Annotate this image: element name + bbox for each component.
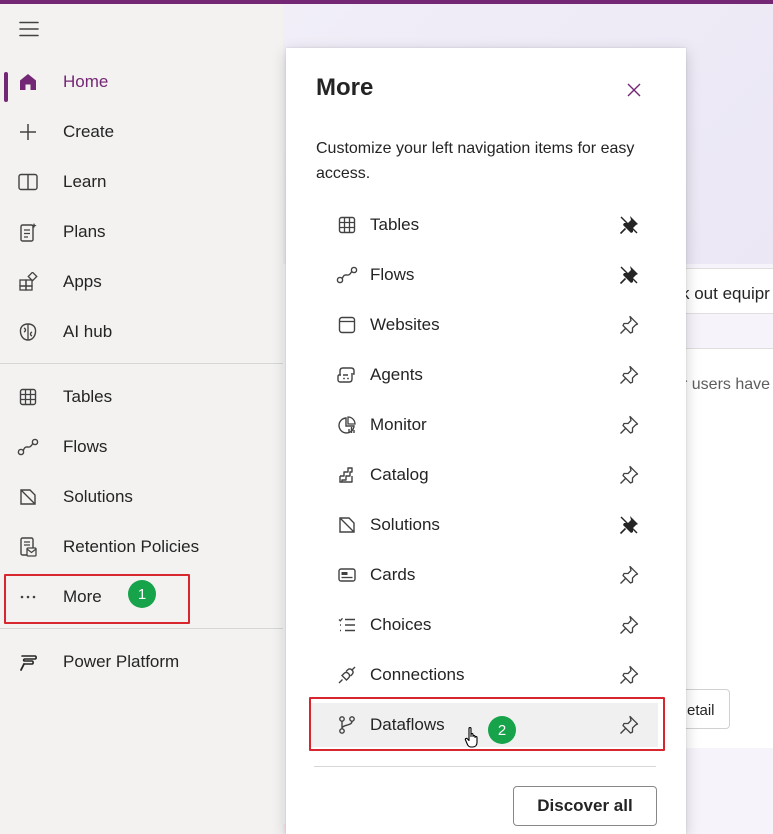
nav-item-solutions[interactable]: Solutions — [0, 475, 283, 519]
connections-icon — [336, 664, 358, 686]
solutions-icon — [17, 486, 39, 508]
close-icon[interactable] — [622, 78, 646, 102]
nav-label-tables: Tables — [63, 387, 113, 406]
flows-icon — [17, 436, 39, 458]
flyout-item-solutions[interactable]: Solutions — [310, 503, 658, 547]
step-badge-2: 2 — [488, 716, 516, 744]
flyout-label-monitor: Monitor — [370, 415, 427, 434]
flyout-label-cards: Cards — [370, 565, 416, 584]
flyout-item-agents[interactable]: Agents — [310, 353, 658, 397]
pin-outline-icon[interactable] — [618, 414, 640, 436]
monitor-icon — [336, 414, 358, 436]
info-panel — [672, 348, 773, 748]
home-icon — [17, 71, 39, 93]
flyout-label-connections: Connections — [370, 665, 465, 684]
left-navigation: Home Create Learn Plans Apps AI hub Tabl… — [0, 4, 283, 834]
nav-item-flows[interactable]: Flows — [0, 425, 283, 469]
pin-outline-icon[interactable] — [618, 364, 640, 386]
pin-outline-icon[interactable] — [618, 464, 640, 486]
table-icon — [17, 386, 39, 408]
hamburger-menu-icon[interactable] — [18, 18, 40, 40]
flyout-divider — [314, 766, 656, 767]
nav-item-retention-policies[interactable]: Retention Policies — [0, 525, 283, 569]
step-badge-1: 1 — [128, 580, 156, 608]
flows-icon — [336, 264, 358, 286]
nav-label-create: Create — [63, 122, 115, 141]
nav-item-home[interactable]: Home — [0, 60, 283, 104]
pin-outline-icon[interactable] — [618, 664, 640, 686]
callout-highlight-more — [4, 574, 190, 624]
websites-icon — [336, 314, 358, 336]
flyout-label-flows: Flows — [370, 265, 415, 284]
flyout-item-websites[interactable]: Websites — [310, 303, 658, 347]
flyout-title: More — [316, 74, 374, 101]
checkout-card-text: k out equipr — [681, 284, 770, 303]
flyout-label-agents: Agents — [370, 365, 423, 384]
flyout-item-catalog[interactable]: Catalog — [310, 453, 658, 497]
nav-label-retention-policies: Retention Policies — [63, 537, 200, 556]
solutions-icon — [336, 514, 358, 536]
choices-icon — [336, 614, 358, 636]
flyout-item-monitor[interactable]: Monitor — [310, 403, 658, 447]
info-panel-text: r users have — [682, 376, 771, 393]
pin-outline-icon[interactable] — [618, 564, 640, 586]
hand-cursor-icon — [464, 726, 482, 748]
nav-item-create[interactable]: Create — [0, 110, 283, 154]
nav-item-tables[interactable]: Tables — [0, 375, 283, 419]
flyout-label-choices: Choices — [370, 615, 432, 634]
nav-label-apps: Apps — [63, 272, 102, 291]
flyout-label-tables: Tables — [370, 215, 420, 234]
discover-all-button[interactable]: Discover all — [513, 786, 657, 826]
flyout-item-cards[interactable]: Cards — [310, 553, 658, 597]
flyout-label-websites: Websites — [370, 315, 440, 334]
nav-label-ai-hub: AI hub — [63, 322, 113, 341]
pin-filled-icon[interactable] — [618, 214, 640, 236]
pin-outline-icon[interactable] — [618, 314, 640, 336]
nav-item-apps[interactable]: Apps — [0, 260, 283, 304]
pin-filled-icon[interactable] — [618, 264, 640, 286]
nav-label-solutions: Solutions — [63, 487, 133, 506]
retention-icon — [17, 536, 39, 558]
nav-divider-bottom — [0, 628, 283, 629]
flyout-item-connections[interactable]: Connections — [310, 653, 658, 697]
ai-hub-icon — [17, 321, 39, 343]
table-icon — [336, 214, 358, 236]
flyout-label-catalog: Catalog — [370, 465, 429, 484]
cards-icon — [336, 564, 358, 586]
book-icon — [17, 171, 39, 193]
plans-icon — [17, 221, 39, 243]
apps-icon — [17, 271, 39, 293]
nav-divider — [0, 363, 283, 364]
plus-icon — [17, 121, 39, 143]
flyout-item-tables[interactable]: Tables — [310, 203, 658, 247]
detail-button-label: etail — [687, 702, 715, 719]
callout-highlight-dataflows — [309, 697, 665, 751]
flyout-item-flows[interactable]: Flows — [310, 253, 658, 297]
checkout-card[interactable]: k out equipr — [672, 268, 773, 314]
nav-label-power-platform: Power Platform — [63, 652, 180, 671]
agents-icon — [336, 364, 358, 386]
nav-item-ai-hub[interactable]: AI hub — [0, 310, 283, 354]
catalog-icon — [336, 464, 358, 486]
nav-label-learn: Learn — [63, 172, 107, 191]
nav-label-home: Home — [63, 72, 109, 91]
pin-filled-icon[interactable] — [618, 514, 640, 536]
flyout-label-solutions: Solutions — [370, 515, 440, 534]
flyout-item-choices[interactable]: Choices — [310, 603, 658, 647]
nav-item-learn[interactable]: Learn — [0, 160, 283, 204]
flyout-description: Customize your left navigation items for… — [316, 140, 635, 182]
nav-label-plans: Plans — [63, 222, 106, 241]
nav-item-plans[interactable]: Plans — [0, 210, 283, 254]
nav-label-flows: Flows — [63, 437, 108, 456]
nav-item-power-platform[interactable]: Power Platform — [0, 640, 283, 684]
pin-outline-icon[interactable] — [618, 614, 640, 636]
power-platform-icon — [17, 651, 39, 673]
